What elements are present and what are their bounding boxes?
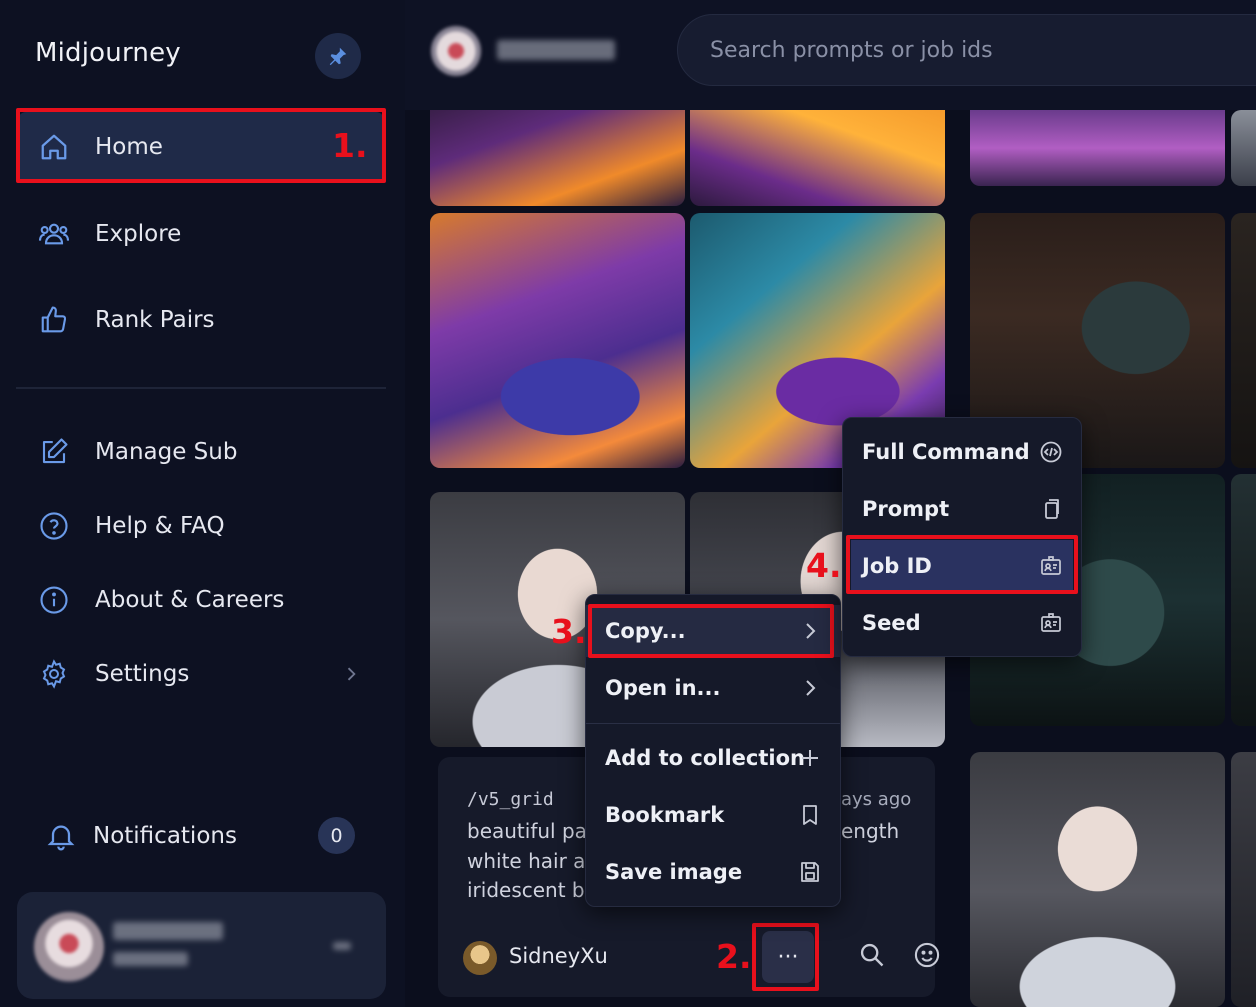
chevron-right-icon (347, 667, 356, 681)
info-icon (36, 582, 72, 618)
image-tile[interactable] (1231, 213, 1256, 468)
image-tile[interactable] (1231, 110, 1256, 186)
sidebar-item-label: Settings (95, 661, 190, 687)
bell-icon (47, 825, 75, 851)
submenu-item-seed[interactable]: Seed (843, 597, 1081, 649)
sidebar-item-home[interactable]: Home (18, 112, 384, 182)
menu-item-save-image[interactable]: Save image (586, 846, 840, 898)
community-icon (36, 216, 72, 252)
sidebar-divider (16, 387, 386, 389)
sidebar-item-manage-sub[interactable]: Manage Sub (18, 417, 384, 487)
annotation-number-3: 3. (551, 612, 587, 651)
submenu-item-job-id[interactable]: Job ID (851, 540, 1073, 592)
annotation-number-2: 2. (716, 937, 752, 976)
menu-item-label: Open in... (605, 676, 721, 700)
image-tile[interactable] (1231, 474, 1256, 726)
code-icon (1040, 441, 1062, 463)
bookmark-icon (803, 805, 817, 825)
sidebar-item-help[interactable]: Help & FAQ (18, 491, 384, 561)
copy-icon (1045, 499, 1059, 519)
menu-item-label: Bookmark (605, 803, 725, 827)
image-tile[interactable] (970, 752, 1225, 1007)
context-menu: Copy... Open in... Add to collection Boo… (585, 594, 841, 907)
thumbs-up-icon (36, 302, 72, 338)
prompt-text-line: beautiful pa (467, 819, 587, 843)
notifications-item[interactable]: Notifications (45, 810, 363, 862)
sidebar-item-label: Home (95, 134, 163, 160)
notifications-label: Notifications (93, 823, 237, 849)
save-icon (801, 862, 819, 882)
pin-button[interactable] (315, 33, 361, 79)
search-input[interactable]: Search prompts or job ids (677, 14, 1256, 86)
profile-card[interactable] (17, 892, 386, 999)
main-area: Search prompts or job ids /v5_grid ays a… (405, 0, 1256, 1007)
time-ago: ays ago (841, 789, 912, 810)
sidebar-item-label: Manage Sub (95, 439, 238, 465)
emoji-icon[interactable] (913, 941, 941, 969)
menu-item-open-in[interactable]: Open in... (586, 662, 840, 714)
copy-submenu: Full Command Prompt Job ID Seed (842, 417, 1082, 657)
redacted-username-top (497, 40, 615, 60)
annotation-number-1: 1. (332, 126, 368, 165)
menu-separator (586, 723, 840, 724)
sidebar-item-label: Help & FAQ (95, 513, 225, 539)
sidebar-item-rank-pairs[interactable]: Rank Pairs (18, 285, 384, 355)
prompt-text-line: ength (841, 819, 900, 843)
prompt-text-line: iridescent b (467, 878, 585, 902)
submenu-item-full-command[interactable]: Full Command (843, 426, 1081, 478)
edit-icon (36, 434, 72, 470)
menu-item-label: Seed (862, 611, 921, 635)
top-bar: Search prompts or job ids (405, 0, 1256, 110)
id-card-icon (1041, 556, 1061, 575)
creator-avatar[interactable] (463, 941, 497, 975)
image-tile[interactable] (970, 110, 1225, 186)
sidebar-item-settings[interactable]: Settings (18, 639, 384, 709)
sidebar: Midjourney Home 1. Explore Rank Pairs Ma… (0, 0, 405, 1007)
redacted-subtitle (113, 952, 188, 966)
gear-icon (36, 656, 72, 692)
menu-item-label: Save image (605, 860, 743, 884)
menu-item-label: Add to collection (605, 746, 805, 770)
image-tile[interactable] (430, 213, 685, 468)
submenu-item-prompt[interactable]: Prompt (843, 483, 1081, 535)
notification-count-badge: 0 (318, 817, 355, 854)
image-tile[interactable] (1231, 752, 1256, 1007)
image-tile[interactable] (430, 110, 685, 206)
redacted-menu (333, 942, 351, 950)
command-label: /v5_grid (467, 789, 554, 810)
sidebar-item-explore[interactable]: Explore (18, 199, 384, 269)
brand-title: Midjourney (35, 38, 181, 68)
more-options-button[interactable]: ··· (762, 931, 814, 983)
plus-icon (802, 750, 818, 766)
sidebar-item-label: Rank Pairs (95, 307, 215, 333)
menu-item-add-to-collection[interactable]: Add to collection (586, 732, 840, 784)
sidebar-item-label: Explore (95, 221, 182, 247)
sidebar-item-label: About & Careers (95, 587, 285, 613)
annotation-number-4: 4. (806, 546, 842, 585)
menu-item-label: Full Command (862, 440, 1030, 464)
search-placeholder: Search prompts or job ids (710, 37, 993, 63)
sidebar-item-about[interactable]: About & Careers (18, 565, 384, 635)
chevron-right-icon (806, 680, 816, 696)
menu-item-label: Copy... (605, 619, 686, 643)
search-icon[interactable] (858, 941, 886, 969)
menu-item-label: Prompt (862, 497, 950, 521)
chevron-right-icon (806, 623, 816, 639)
image-tile[interactable] (690, 110, 945, 206)
id-card-icon (1041, 613, 1061, 632)
prompt-text-line: white hair ar (467, 849, 594, 873)
help-icon (36, 508, 72, 544)
menu-item-copy[interactable]: Copy... (586, 605, 840, 657)
redacted-username (113, 922, 223, 940)
menu-item-bookmark[interactable]: Bookmark (586, 789, 840, 841)
avatar (34, 912, 104, 982)
pin-icon (329, 47, 347, 66)
user-avatar[interactable] (431, 26, 481, 76)
menu-item-label: Job ID (862, 554, 932, 578)
home-icon (36, 129, 72, 165)
creator-username[interactable]: SidneyXu (509, 944, 608, 968)
